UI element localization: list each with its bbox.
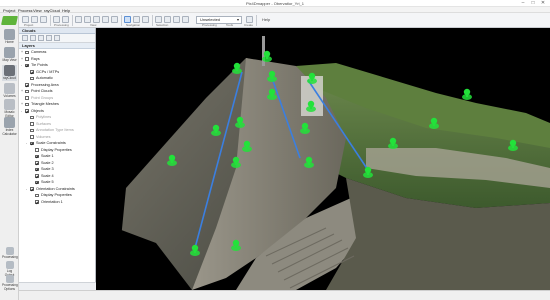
gcp-marker[interactable] <box>462 88 472 100</box>
select-icon[interactable] <box>155 16 162 23</box>
layer-visibility-checkbox[interactable] <box>35 200 39 204</box>
layer-visibility-checkbox[interactable] <box>25 102 29 106</box>
layer-visibility-checkbox[interactable] <box>25 63 29 67</box>
layer-visibility-checkbox[interactable] <box>30 122 34 126</box>
lasso-select-icon[interactable] <box>164 16 171 23</box>
save-project-icon[interactable] <box>40 16 47 23</box>
toolbar-group-processing-2: Processing <box>202 23 217 27</box>
toolbar-group-create: Create <box>244 23 254 27</box>
layer-visibility-checkbox[interactable] <box>30 128 34 132</box>
layer-visibility-checkbox[interactable] <box>25 96 29 100</box>
status-bar <box>19 290 550 300</box>
layer-visibility-checkbox[interactable] <box>25 89 29 93</box>
layer-visibility-checkbox[interactable] <box>25 50 29 54</box>
toolbar-group-selection: Selection <box>156 23 169 27</box>
sidebar-item-processing-options[interactable]: Processing Options <box>2 275 18 291</box>
raycloud-icon <box>4 65 15 76</box>
map-icon <box>4 47 15 58</box>
sidebar-item-index-calculator[interactable]: Index Calculator <box>2 117 17 136</box>
zoom-extent-icon[interactable] <box>93 16 100 23</box>
point-cloud-scene <box>96 36 550 290</box>
sidebar-item-volumes[interactable]: Volumes <box>2 83 17 99</box>
sidebar-item-raycloud[interactable]: rayCloud <box>2 65 17 81</box>
main-toolbar: Unselected ▾ Help Project Processing Vie… <box>0 13 550 28</box>
home-icon <box>4 29 15 40</box>
zoom-out-icon[interactable] <box>84 16 91 23</box>
panel-footer <box>19 282 96 290</box>
layer-visibility-checkbox[interactable] <box>35 174 39 178</box>
layer-visibility-checkbox[interactable] <box>35 148 39 152</box>
layer-visibility-checkbox[interactable] <box>30 76 34 80</box>
zoom-in-icon[interactable] <box>75 16 82 23</box>
layer-visibility-checkbox[interactable] <box>35 193 39 197</box>
layer-visibility-checkbox[interactable] <box>35 167 39 171</box>
stop-processing-icon[interactable] <box>62 16 69 23</box>
window-title: Pix4Dmapper - Obervatior_Yri_1 <box>245 1 305 6</box>
log-icon <box>5 261 14 269</box>
run-processing-icon[interactable] <box>53 16 60 23</box>
export-layer-icon[interactable] <box>46 35 52 41</box>
layer-tree: + Cameras + Rays - Tie Points GCPs / MTPs Autom… <box>19 49 95 205</box>
options-icon <box>5 275 14 283</box>
new-project-icon[interactable] <box>22 16 29 23</box>
help-label[interactable]: Help <box>262 17 270 22</box>
raycloud-3d-view[interactable] <box>96 28 550 290</box>
index-calculator-icon <box>4 117 15 128</box>
toolbar-group-project: Project <box>24 23 34 27</box>
layer-visibility-checkbox[interactable] <box>25 57 29 61</box>
toolbar-group-view: View <box>90 23 97 27</box>
view-top-icon[interactable] <box>102 16 109 23</box>
layer-visibility-checkbox[interactable] <box>30 187 34 191</box>
sidebar-item-processing[interactable]: Processing <box>2 247 18 260</box>
layers-panel: Clouds Layers + Cameras + Rays - Tie Points GC… <box>19 28 96 290</box>
chevron-down-icon: ▾ <box>236 17 239 22</box>
pix4d-logo <box>1 16 18 25</box>
sidebar-item-mosaic-editor[interactable]: Mosaic Editor <box>2 99 17 118</box>
layer-visibility-checkbox[interactable] <box>25 109 29 113</box>
volumes-icon <box>4 83 15 94</box>
import-layer-icon[interactable] <box>38 35 44 41</box>
open-project-icon[interactable] <box>31 16 38 23</box>
view-front-icon[interactable] <box>111 16 118 23</box>
mosaic-icon <box>4 99 15 110</box>
app-sidebar: Home Map View rayCloud Volumes Mosaic Ed… <box>0 13 19 300</box>
selection-value: Unselected <box>200 17 221 22</box>
sidebar-item-map-view[interactable]: Map View <box>2 47 17 63</box>
maximize-button[interactable]: □ <box>528 0 538 7</box>
toolbar-group-tools: Tools <box>226 23 234 27</box>
navigation-rotate-icon[interactable] <box>133 16 140 23</box>
layer-tree-item[interactable]: Orientation 1 <box>19 199 95 206</box>
toolbar-group-navigation: Navigation <box>126 23 141 27</box>
add-layer-icon[interactable] <box>22 35 28 41</box>
minimize-button[interactable]: – <box>518 0 528 7</box>
layer-visibility-checkbox[interactable] <box>25 83 29 87</box>
layer-label: Orientation 1 <box>41 199 63 204</box>
layer-visibility-checkbox[interactable] <box>30 141 34 145</box>
layer-visibility-checkbox[interactable] <box>35 154 39 158</box>
settings-icon[interactable] <box>54 35 60 41</box>
processing-icon <box>5 247 14 255</box>
measure-icon[interactable] <box>173 16 180 23</box>
navigation-move-icon[interactable] <box>124 16 131 23</box>
layer-visibility-checkbox[interactable] <box>35 161 39 165</box>
layer-visibility-checkbox[interactable] <box>30 115 34 119</box>
layer-visibility-checkbox[interactable] <box>30 70 34 74</box>
remove-layer-icon[interactable] <box>30 35 36 41</box>
add-point-icon[interactable] <box>246 16 253 23</box>
toolbar-group-processing: Processing <box>54 23 69 27</box>
navigation-orbit-icon[interactable] <box>142 16 149 23</box>
edit-icon[interactable] <box>182 16 189 23</box>
layer-visibility-checkbox[interactable] <box>30 135 34 139</box>
layer-visibility-checkbox[interactable] <box>35 180 39 184</box>
sidebar-item-home[interactable]: Home <box>2 29 17 45</box>
window-titlebar: Pix4Dmapper - Obervatior_Yri_1 – □ ✕ <box>0 0 550 7</box>
panel-toolbar <box>19 34 95 43</box>
close-button[interactable]: ✕ <box>538 0 548 7</box>
